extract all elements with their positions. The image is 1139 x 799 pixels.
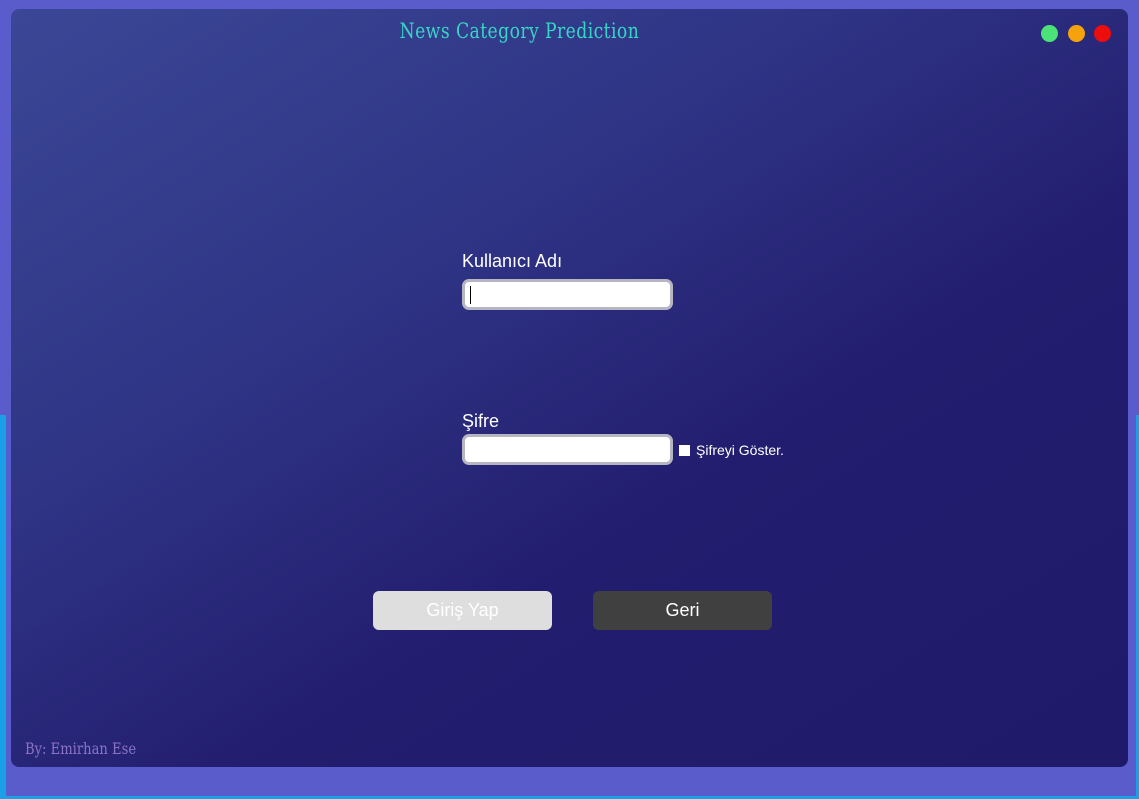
close-button[interactable] bbox=[1094, 25, 1111, 42]
window-title: News Category Prediction bbox=[399, 19, 640, 43]
login-window: News Category Prediction Kullanıcı Adı Ş… bbox=[11, 9, 1128, 767]
minimize-button[interactable] bbox=[1068, 25, 1085, 42]
maximize-button[interactable] bbox=[1041, 25, 1058, 42]
desktop-edge-left bbox=[0, 415, 6, 799]
text-caret bbox=[470, 286, 471, 304]
username-label: Kullanıcı Adı bbox=[462, 251, 563, 271]
password-input[interactable] bbox=[462, 434, 673, 465]
password-label: Şifre bbox=[462, 411, 500, 431]
login-button[interactable]: Giriş Yap bbox=[373, 591, 552, 630]
username-input[interactable] bbox=[462, 279, 673, 310]
back-button[interactable]: Geri bbox=[593, 591, 772, 630]
show-password-label[interactable]: Şifreyi Göster. bbox=[696, 442, 784, 458]
author-credit: By: Emirhan Ese bbox=[25, 739, 137, 758]
show-password-checkbox[interactable] bbox=[679, 445, 690, 456]
